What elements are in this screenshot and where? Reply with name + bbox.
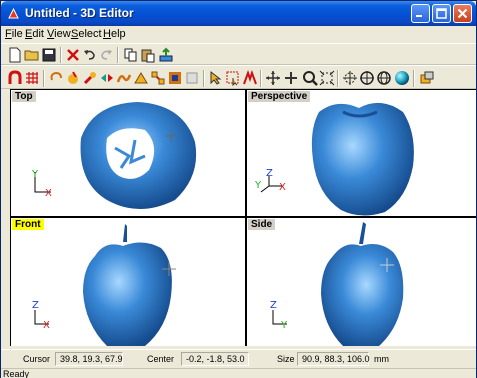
paint-icon[interactable] <box>65 70 81 86</box>
paste-icon[interactable] <box>140 47 156 63</box>
rotate-icon[interactable] <box>48 70 64 86</box>
copy-icon[interactable] <box>123 47 139 63</box>
smooth-icon[interactable] <box>116 70 132 86</box>
zoom-fit-icon[interactable] <box>319 70 335 86</box>
window-title: Untitled - 3D Editor <box>25 6 134 20</box>
sculpt-icon[interactable] <box>133 70 149 86</box>
brush-icon[interactable] <box>82 70 98 86</box>
viewport-side[interactable]: Side Z Y <box>247 218 476 346</box>
undo-icon[interactable] <box>82 47 98 63</box>
axis-gizmo-side: Z Y <box>270 300 288 330</box>
axis-gizmo-perspective: Y Z X <box>254 168 286 193</box>
toolbar-separator <box>413 70 415 87</box>
menu-file-key: F <box>5 28 12 40</box>
axis-x-label: X <box>45 188 52 198</box>
cursor-value: 39.8, 19.3, 67.9 <box>55 352 123 366</box>
magnet-icon[interactable] <box>7 70 23 86</box>
menu-view[interactable]: View <box>47 28 71 40</box>
maximize-button[interactable] <box>432 4 451 23</box>
target-icon[interactable] <box>359 70 375 86</box>
viewport-front-label: Front <box>12 219 44 230</box>
app-logo-icon <box>8 7 19 19</box>
status-text: Ready <box>3 369 30 378</box>
toolbar-separator <box>117 47 119 63</box>
sphere-shade-icon[interactable] <box>394 70 410 86</box>
redo-icon[interactable] <box>98 47 114 63</box>
menu-help-key: H <box>103 28 111 40</box>
new-file-icon[interactable] <box>7 47 23 63</box>
menu-help-rest: elp <box>110 28 126 40</box>
size-value: 90.9, 88.3, 106.0 <box>297 352 370 366</box>
center-value: -0.2, -1.8, 53.0 <box>181 352 249 366</box>
viewport-perspective[interactable]: Perspective Y Z X <box>247 90 476 216</box>
toolbar-separator <box>43 70 45 87</box>
grid-icon[interactable] <box>24 70 40 86</box>
texture-icon[interactable] <box>167 70 183 86</box>
viewport-area: Top Y X Perspective Y Z X Front Z X Side… <box>10 89 476 346</box>
toolbar-separator <box>337 70 339 87</box>
axis-z-label: Z <box>266 168 273 179</box>
orbit-icon[interactable] <box>376 70 392 86</box>
axis-x-label: X <box>279 182 286 193</box>
size-label: Size <box>277 354 295 364</box>
close-button[interactable] <box>453 4 472 23</box>
viewport-front[interactable]: Front Z X <box>11 218 245 346</box>
axis-gizmo-top: Y X <box>31 169 52 198</box>
viewport-side-label: Side <box>248 219 276 230</box>
status-bar: Ready <box>1 368 476 378</box>
toolbar-separator <box>260 70 262 87</box>
toolbar-separator <box>60 47 62 63</box>
menu-view-rest: iew <box>54 28 71 40</box>
maximize-icon <box>436 8 447 19</box>
menu-file-rest: ile <box>11 28 23 40</box>
coordinates-bar: Cursor 39.8, 19.3, 67.9 Center -0.2, -1.… <box>1 349 476 368</box>
title-bar[interactable]: Untitled - 3D Editor <box>1 1 476 26</box>
menu-edit-rest: dit <box>32 28 44 40</box>
modeling-toolbar <box>1 65 476 89</box>
viewport-top-label: Top <box>12 91 36 102</box>
select-region-icon[interactable] <box>225 70 241 86</box>
menu-help[interactable]: Help <box>103 28 126 40</box>
export-icon[interactable] <box>158 47 174 63</box>
menu-file[interactable]: File <box>5 28 23 40</box>
app-window: Untitled - 3D Editor File Edit View Sele… <box>0 0 477 378</box>
toolbar-separator <box>203 70 205 87</box>
mirror-icon[interactable] <box>99 70 115 86</box>
axis-y-label: Y <box>31 169 39 180</box>
minimize-button[interactable] <box>411 4 430 23</box>
pan-arrows-icon[interactable] <box>265 70 281 86</box>
cursor-label: Cursor <box>23 354 51 364</box>
axis-y-label: Y <box>280 320 288 330</box>
menu-select[interactable]: Select <box>71 28 102 40</box>
menu-edit[interactable]: Edit <box>25 28 44 40</box>
select-multi-icon[interactable] <box>242 70 258 86</box>
viewport-perspective-label: Perspective <box>248 91 311 102</box>
unit-label: mm <box>374 354 389 364</box>
standard-toolbar <box>1 43 476 65</box>
minimize-icon <box>416 15 422 17</box>
axis-gizmo-front: Z X <box>32 300 50 330</box>
close-icon <box>457 8 468 19</box>
save-icon[interactable] <box>41 47 57 63</box>
axis-z-label: Z <box>32 300 39 311</box>
zoom-icon[interactable] <box>302 70 318 86</box>
menu-select-rest: elect <box>78 28 102 40</box>
box-icon[interactable] <box>184 70 200 86</box>
axis-z-label: Z <box>270 300 277 311</box>
select-pointer-icon[interactable] <box>208 70 224 86</box>
open-folder-icon[interactable] <box>24 47 40 63</box>
transform-icon[interactable] <box>150 70 166 86</box>
center-icon[interactable] <box>342 70 358 86</box>
viewport-top[interactable]: Top Y X <box>11 90 245 216</box>
move-icon[interactable] <box>283 70 299 86</box>
center-label: Center <box>147 354 175 364</box>
axis-y-label: Y <box>254 180 262 191</box>
axis-x-label: X <box>43 320 50 330</box>
render-icon[interactable] <box>419 70 435 86</box>
menu-bar: File Edit View Select Help <box>1 26 476 43</box>
delete-icon[interactable] <box>65 47 81 63</box>
